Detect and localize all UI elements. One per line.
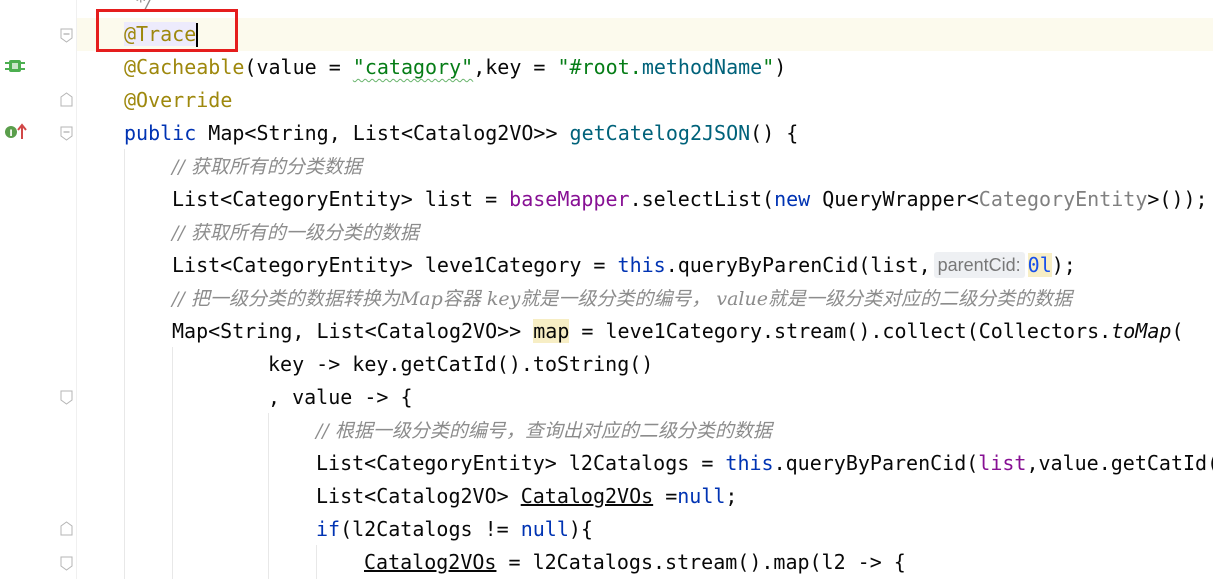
code-token: = leve1Category.stream().collect(Collect… (569, 319, 1112, 343)
code-token: // 根据一级分类的编号，查询出对应的二级分类的数据 (316, 420, 772, 442)
code-token: 0l (1027, 253, 1052, 277)
code-token: new (774, 187, 823, 211)
fold-marker-icon[interactable] (60, 390, 73, 405)
code-token: map (533, 319, 570, 343)
code-line[interactable]: Catalog2VOs = l2Catalogs.stream().map(l2… (364, 546, 906, 579)
code-token: = (653, 484, 678, 508)
indent-guide (268, 413, 269, 579)
code-token: Catalog2VOs (364, 550, 497, 574)
fold-marker-icon[interactable] (60, 126, 73, 141)
code-line[interactable]: List<Catalog2VO> Catalog2VOs =null; (316, 480, 737, 513)
code-token: (value = (244, 55, 353, 79)
code-token: .queryByParenCid(list, (665, 253, 931, 277)
code-token: toMap (1111, 319, 1172, 343)
code-token: QueryWrapper< (822, 187, 979, 211)
code-line[interactable]: List<CategoryEntity> leve1Category = thi… (172, 249, 1076, 282)
fold-marker-icon[interactable] (60, 556, 73, 571)
overrides-method-icon[interactable]: I (4, 123, 28, 145)
code-token: List<CategoryEntity> list = (172, 187, 510, 211)
fold-marker-icon[interactable] (60, 28, 73, 43)
code-token: .queryByParenCid( (773, 451, 979, 475)
code-line[interactable]: @Cacheable(value = "catagory",key = "#ro… (124, 51, 786, 84)
code-token: getCatelog2JSON (569, 121, 751, 145)
fold-marker-icon[interactable] (60, 521, 73, 536)
code-token: (l2Catalogs != (340, 517, 521, 541)
code-token: ; (725, 484, 738, 508)
fold-marker-icon[interactable] (60, 92, 73, 107)
code-token: "catagory" (352, 55, 474, 79)
code-token: null (520, 517, 569, 541)
code-token: () { (750, 121, 799, 145)
implementation-icon[interactable] (4, 58, 26, 78)
code-line[interactable]: @Override (124, 84, 232, 117)
code-token: baseMapper (509, 187, 630, 211)
code-token: ){ (568, 517, 593, 541)
code-token: @Cacheable (124, 55, 245, 79)
code-line[interactable]: key -> key.getCatId().toString() (268, 348, 653, 381)
code-token: "#root. (557, 55, 642, 79)
code-editor[interactable]: */ @Trace @Cacheable(value = "catagory",… (77, 0, 1213, 579)
svg-text:I: I (9, 129, 12, 139)
indent-guide (172, 347, 173, 579)
code-line[interactable]: // 获取所有的分类数据 (172, 150, 362, 183)
code-token: if (316, 517, 341, 541)
code-token: // 把一级分类的数据转换为Map容器 key就是一级分类的编号， value就… (172, 288, 1072, 310)
code-token: // 获取所有的一级分类的数据 (172, 222, 419, 244)
code-token: ,key = (473, 55, 558, 79)
highlight-annotation-box (96, 9, 238, 52)
code-line[interactable]: // 获取所有的一级分类的数据 (172, 216, 419, 249)
code-token: this (725, 451, 774, 475)
code-line[interactable]: List<CategoryEntity> l2Catalogs = this.q… (316, 447, 1213, 480)
code-token: this (617, 253, 666, 277)
code-token: @Override (124, 88, 233, 112)
code-token: >()); (1147, 187, 1208, 211)
code-line[interactable]: , value -> { (268, 381, 413, 414)
code-line[interactable]: public Map<String, List<Catalog2VO>> get… (124, 117, 798, 150)
code-token: Catalog2VOs (520, 484, 654, 508)
indent-guide (124, 149, 125, 579)
editor-gutter[interactable]: I (0, 0, 76, 579)
code-line[interactable]: List<CategoryEntity> list = baseMapper.s… (172, 183, 1208, 216)
code-line[interactable]: Map<String, List<Catalog2VO>> map = leve… (172, 315, 1183, 348)
code-token: , value -> { (268, 385, 413, 409)
code-token: // 获取所有的分类数据 (172, 156, 362, 178)
parameter-hint: parentCid: (933, 252, 1025, 278)
code-token: ( (1171, 319, 1184, 343)
code-token: Map<String, List<Catalog2VO>> (208, 121, 570, 145)
code-token: List<CategoryEntity> leve1Category = (172, 253, 618, 277)
code-token: ) (774, 55, 787, 79)
code-line[interactable]: // 把一级分类的数据转换为Map容器 key就是一级分类的编号， value就… (172, 282, 1072, 315)
code-line[interactable]: // 根据一级分类的编号，查询出对应的二级分类的数据 (316, 414, 772, 447)
code-token: Map<String, List<Catalog2VO>> (172, 319, 534, 343)
code-line[interactable]: if(l2Catalogs != null){ (316, 513, 593, 546)
code-token: CategoryEntity (978, 187, 1148, 211)
code-token: ); (1051, 253, 1076, 277)
code-token: = l2Catalogs.stream().map(l2 -> { (496, 550, 906, 574)
code-token: " (762, 55, 775, 79)
code-token: null (677, 484, 726, 508)
indent-guide (316, 545, 317, 579)
current-line-highlight (77, 18, 1213, 51)
code-token: key -> key.getCatId().toString() (268, 352, 654, 376)
code-token: List<CategoryEntity> l2Catalogs = (316, 451, 726, 475)
code-token: List<Catalog2VO> (316, 484, 521, 508)
code-token: methodName (641, 55, 763, 79)
code-token: public (124, 121, 209, 145)
code-token: list (978, 451, 1027, 475)
code-token: ,value.getCatId( (1026, 451, 1213, 475)
code-token: .selectList( (629, 187, 775, 211)
